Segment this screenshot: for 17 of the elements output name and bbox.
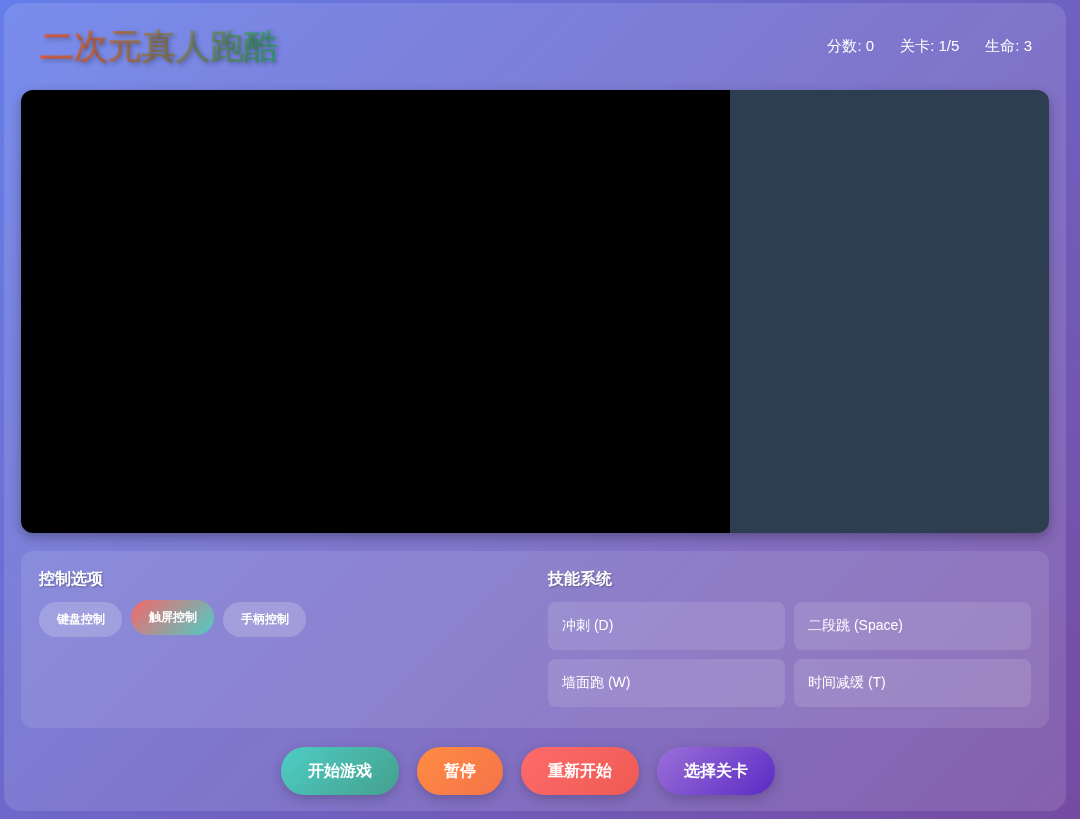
skill-card: 二段跳 (Space) <box>794 602 1031 650</box>
game-canvas[interactable] <box>21 90 1049 533</box>
stat-text: 分数: 0 <box>827 37 875 56</box>
action-button[interactable]: 选择关卡 <box>657 747 775 795</box>
control-option[interactable]: 触屏控制 <box>131 600 214 635</box>
skill-card: 时间减缓 (T) <box>794 659 1031 707</box>
action-button[interactable]: 暂停 <box>417 747 503 795</box>
action-button[interactable]: 开始游戏 <box>281 747 399 795</box>
skill-card: 冲刺 (D) <box>548 602 785 650</box>
section-title: 技能系统 <box>548 569 613 589</box>
stat-text: 生命: 3 <box>985 37 1032 56</box>
stat-text: 关卡: 1/5 <box>900 37 960 56</box>
action-button[interactable]: 重新开始 <box>521 747 639 795</box>
control-option[interactable]: 手柄控制 <box>223 602 306 637</box>
section-title: 控制选项 <box>39 569 104 589</box>
skill-card: 墙面跑 (W) <box>548 659 785 707</box>
control-option[interactable]: 键盘控制 <box>39 602 122 637</box>
